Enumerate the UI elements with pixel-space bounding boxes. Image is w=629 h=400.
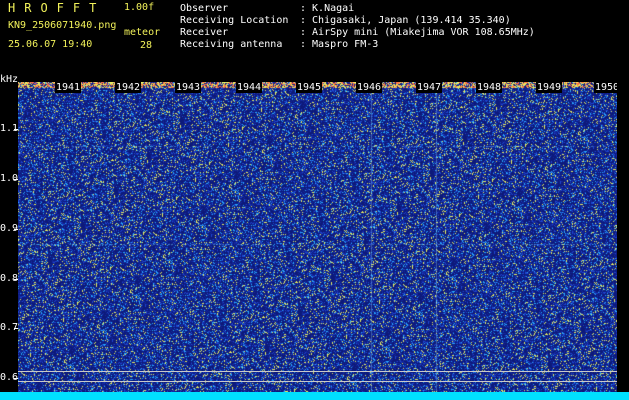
time-tick-label: 1947	[416, 82, 443, 93]
datetime: 25.06.07 19:40	[8, 39, 93, 50]
header-panel: HROFFT 1.00f KN9_2506071940.png meteor 2…	[0, 0, 629, 80]
version-label: 1.00f	[124, 2, 155, 13]
file-name: KN9_2506071940.png	[8, 20, 117, 31]
baseline-bar	[0, 392, 629, 400]
reference-line-upper	[18, 371, 617, 372]
time-tick-label: 1941	[55, 82, 82, 93]
time-tick-label: 1948	[476, 82, 503, 93]
antenna-key: Receiving antenna	[180, 39, 283, 50]
time-tick-label: 1943	[175, 82, 202, 93]
location-value: : Chigasaki, Japan (139.414 35.340)	[300, 15, 511, 26]
receiver-key: Receiver	[180, 27, 229, 38]
right-margin	[617, 82, 629, 392]
spectrogram	[18, 82, 617, 392]
receiver-value: : AirSpy mini (Miakejima VOR 108.65MHz)	[300, 27, 535, 38]
time-tick-label: 1944	[236, 82, 263, 93]
time-tick-label: 1942	[115, 82, 142, 93]
meteor-label: meteor	[124, 27, 161, 38]
observer-value: : K.Nagai	[300, 3, 355, 14]
observer-key: Observer	[180, 3, 229, 14]
app-name: HROFFT	[8, 1, 106, 15]
time-tick-label: 1949	[536, 82, 563, 93]
spectrogram-canvas	[18, 82, 617, 392]
meteor-count: 28	[140, 40, 153, 51]
time-tick-label: 1945	[296, 82, 323, 93]
time-tick-label: 1946	[356, 82, 383, 93]
reference-line-lower	[18, 381, 617, 382]
antenna-value: : Maspro FM-3	[300, 39, 379, 50]
axis-unit-label: kHz	[0, 74, 19, 85]
location-key: Receiving Location	[180, 15, 289, 26]
